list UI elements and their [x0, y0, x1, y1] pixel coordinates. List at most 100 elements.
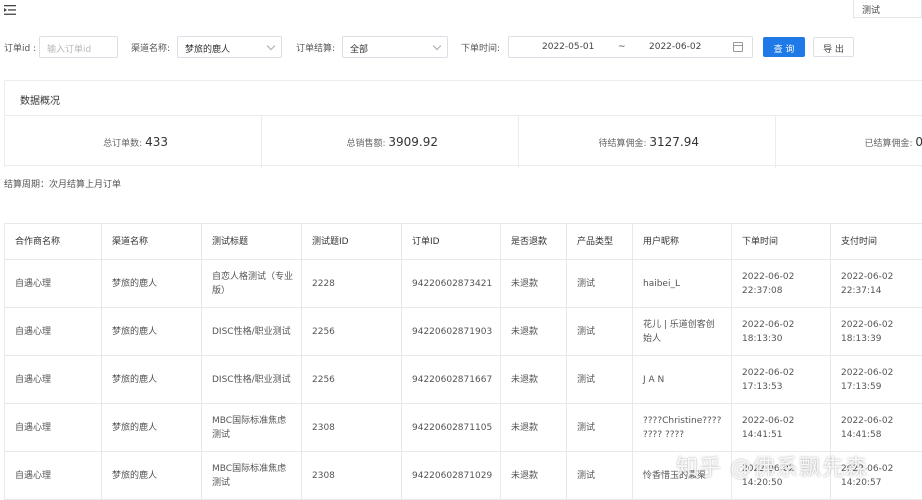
cell-test-id: 2228 [302, 260, 402, 307]
cell-order-time: 2022-06-02 22:37:08 [732, 260, 831, 307]
cell-test-title: DISC性格/职业测试 [202, 356, 302, 403]
column-header[interactable]: 渠道名称 [102, 224, 202, 259]
cell-channel: 梦旅的鹿人 [102, 260, 202, 307]
order-id-input[interactable]: 输入订单id [39, 36, 118, 58]
column-header[interactable]: 用户昵称 [633, 224, 732, 259]
channel-select[interactable]: 梦旅的鹿人 [177, 36, 282, 58]
stat-label: 总订单数: [103, 139, 143, 149]
cell-partner: 自遇心理 [5, 260, 102, 307]
cell-product-type: 测试 [567, 260, 633, 307]
date-end[interactable]: 2022-06-02 [649, 42, 701, 52]
date-start[interactable]: 2022-05-01 [542, 42, 594, 52]
menu-fold-icon[interactable] [4, 5, 16, 15]
cell-order-time: 2022-06-02 17:13:53 [732, 356, 831, 403]
cell-pay-time: 2022-06-02 14:41:58 [841, 415, 894, 440]
date-range-picker[interactable]: 2022-05-01 ~ 2022-06-02 [508, 36, 753, 58]
column-header[interactable]: 下单时间 [732, 224, 831, 259]
column-header[interactable]: 测试标题 [202, 224, 302, 259]
cell-refund: 未退款 [501, 356, 567, 403]
cell-channel: 梦旅的鹿人 [102, 356, 202, 403]
user-label: 测试 [862, 6, 881, 16]
stat-settled-commission: 已结算佣金: 0 [776, 116, 922, 168]
date-label: 下单时间: [461, 44, 501, 54]
stats-row: 总订单数: 433 总销售额: 3909.92 待结算佣金: 3127.94 已… [4, 115, 922, 168]
watermark: 知乎 @佛系飘先森 [676, 456, 868, 481]
cell-partner: 自遇心理 [5, 356, 102, 403]
column-header[interactable]: 是否退款 [501, 224, 567, 259]
table-row[interactable]: 自遇心理 梦旅的鹿人 MBC国际标准焦虑测试 2308 942206028711… [5, 404, 922, 452]
cell-test-id: 2256 [302, 356, 402, 403]
stat-value: 3127.94 [649, 135, 699, 149]
cell-nickname: haibei_L [633, 260, 732, 307]
stat-total-sales: 总销售额: 3909.92 [262, 116, 519, 168]
table-row[interactable]: 自遇心理 梦旅的鹿人 DISC性格/职业测试 2256 942206028716… [5, 356, 922, 404]
cell-product-type: 测试 [567, 356, 633, 403]
cell-order-id: 94220602871029 [402, 452, 501, 499]
column-header[interactable]: 合作商名称 [5, 224, 102, 259]
chevron-down-icon [432, 41, 442, 51]
export-button[interactable]: 导 出 [813, 37, 854, 57]
cell-partner: 自遇心理 [5, 404, 102, 451]
cell-product-type: 测试 [567, 452, 633, 499]
cell-product-type: 测试 [567, 308, 633, 355]
cell-order-id: 94220602873421 [402, 260, 501, 307]
cell-pay-time: 2022-06-02 22:37:14 [841, 271, 894, 296]
cell-channel: 梦旅的鹿人 [102, 308, 202, 355]
cell-test-id: 2308 [302, 452, 402, 499]
settlement-select[interactable]: 全部 [342, 36, 448, 58]
cell-pay-time: 2022-06-02 17:13:59 [841, 367, 894, 392]
cell-test-title: 自恋人格测试（专业版） [202, 260, 302, 307]
cell-test-title: MBC国际标准焦虑测试 [202, 404, 302, 451]
channel-select-value: 梦旅的鹿人 [185, 45, 231, 55]
table-row[interactable]: 自遇心理 梦旅的鹿人 自恋人格测试（专业版） 2228 942206028734… [5, 260, 922, 308]
order-id-label: 订单id : [4, 44, 37, 54]
cell-order-id: 94220602871105 [402, 404, 501, 451]
cell-partner: 自遇心理 [5, 452, 102, 499]
cell-channel: 梦旅的鹿人 [102, 452, 202, 499]
stat-label: 已结算佣金: [864, 139, 913, 149]
cell-test-id: 2308 [302, 404, 402, 451]
cell-nickname: ????Christine???? ???? ???? [633, 404, 732, 451]
data-overview-panel: 数据概况 总订单数: 433 总销售额: 3909.92 待结算佣金: 3127… [4, 80, 922, 168]
stat-value: 0 [915, 135, 922, 149]
cell-refund: 未退款 [501, 404, 567, 451]
cell-order-id: 94220602871903 [402, 308, 501, 355]
stat-label: 待结算佣金: [598, 139, 647, 149]
cell-pay-time: 2022-06-02 18:13:39 [841, 319, 894, 344]
stat-value: 3909.92 [388, 135, 438, 149]
cell-refund: 未退款 [501, 260, 567, 307]
chevron-down-icon [266, 41, 276, 51]
cell-test-title: MBC国际标准焦虑测试 [202, 452, 302, 499]
column-header[interactable]: 产品类型 [567, 224, 633, 259]
cell-nickname: J A N [633, 356, 732, 403]
filter-bar: 订单id : 输入订单id 渠道名称: 梦旅的鹿人 订单结算: 全部 下单时间:… [0, 36, 922, 58]
column-header[interactable]: 订单ID [402, 224, 501, 259]
query-button[interactable]: 查 询 [763, 37, 805, 57]
settlement-label: 订单结算: [296, 44, 336, 54]
cell-test-id: 2256 [302, 308, 402, 355]
stat-total-orders: 总订单数: 433 [4, 116, 262, 168]
cell-order-time: 2022-06-02 18:13:30 [732, 308, 831, 355]
top-bar: 测试 [0, 0, 922, 22]
settlement-select-value: 全部 [350, 45, 369, 55]
table-row[interactable]: 自遇心理 梦旅的鹿人 DISC性格/职业测试 2256 942206028719… [5, 308, 922, 356]
cell-channel: 梦旅的鹿人 [102, 404, 202, 451]
cell-order-id: 94220602871667 [402, 356, 501, 403]
cell-nickname: 花儿 | 乐道创客创始人 [633, 308, 732, 355]
column-header[interactable]: 测试题ID [302, 224, 402, 259]
user-menu[interactable]: 测试 [853, 0, 922, 18]
date-separator: ~ [618, 42, 626, 52]
cell-test-title: DISC性格/职业测试 [202, 308, 302, 355]
column-header[interactable]: 支付时间 [831, 224, 922, 259]
calendar-icon [733, 42, 743, 52]
cell-partner: 自遇心理 [5, 308, 102, 355]
overview-title: 数据概况 [20, 96, 60, 107]
stat-label: 总销售额: [346, 139, 386, 149]
settlement-cycle-note: 结算周期：次月结算上月订单 [4, 180, 122, 190]
cell-refund: 未退款 [501, 308, 567, 355]
channel-label: 渠道名称: [131, 44, 171, 54]
cell-product-type: 测试 [567, 404, 633, 451]
cell-order-time: 2022-06-02 14:41:51 [732, 404, 831, 451]
stat-pending-commission: 待结算佣金: 3127.94 [519, 116, 776, 168]
stat-value: 433 [145, 135, 168, 149]
